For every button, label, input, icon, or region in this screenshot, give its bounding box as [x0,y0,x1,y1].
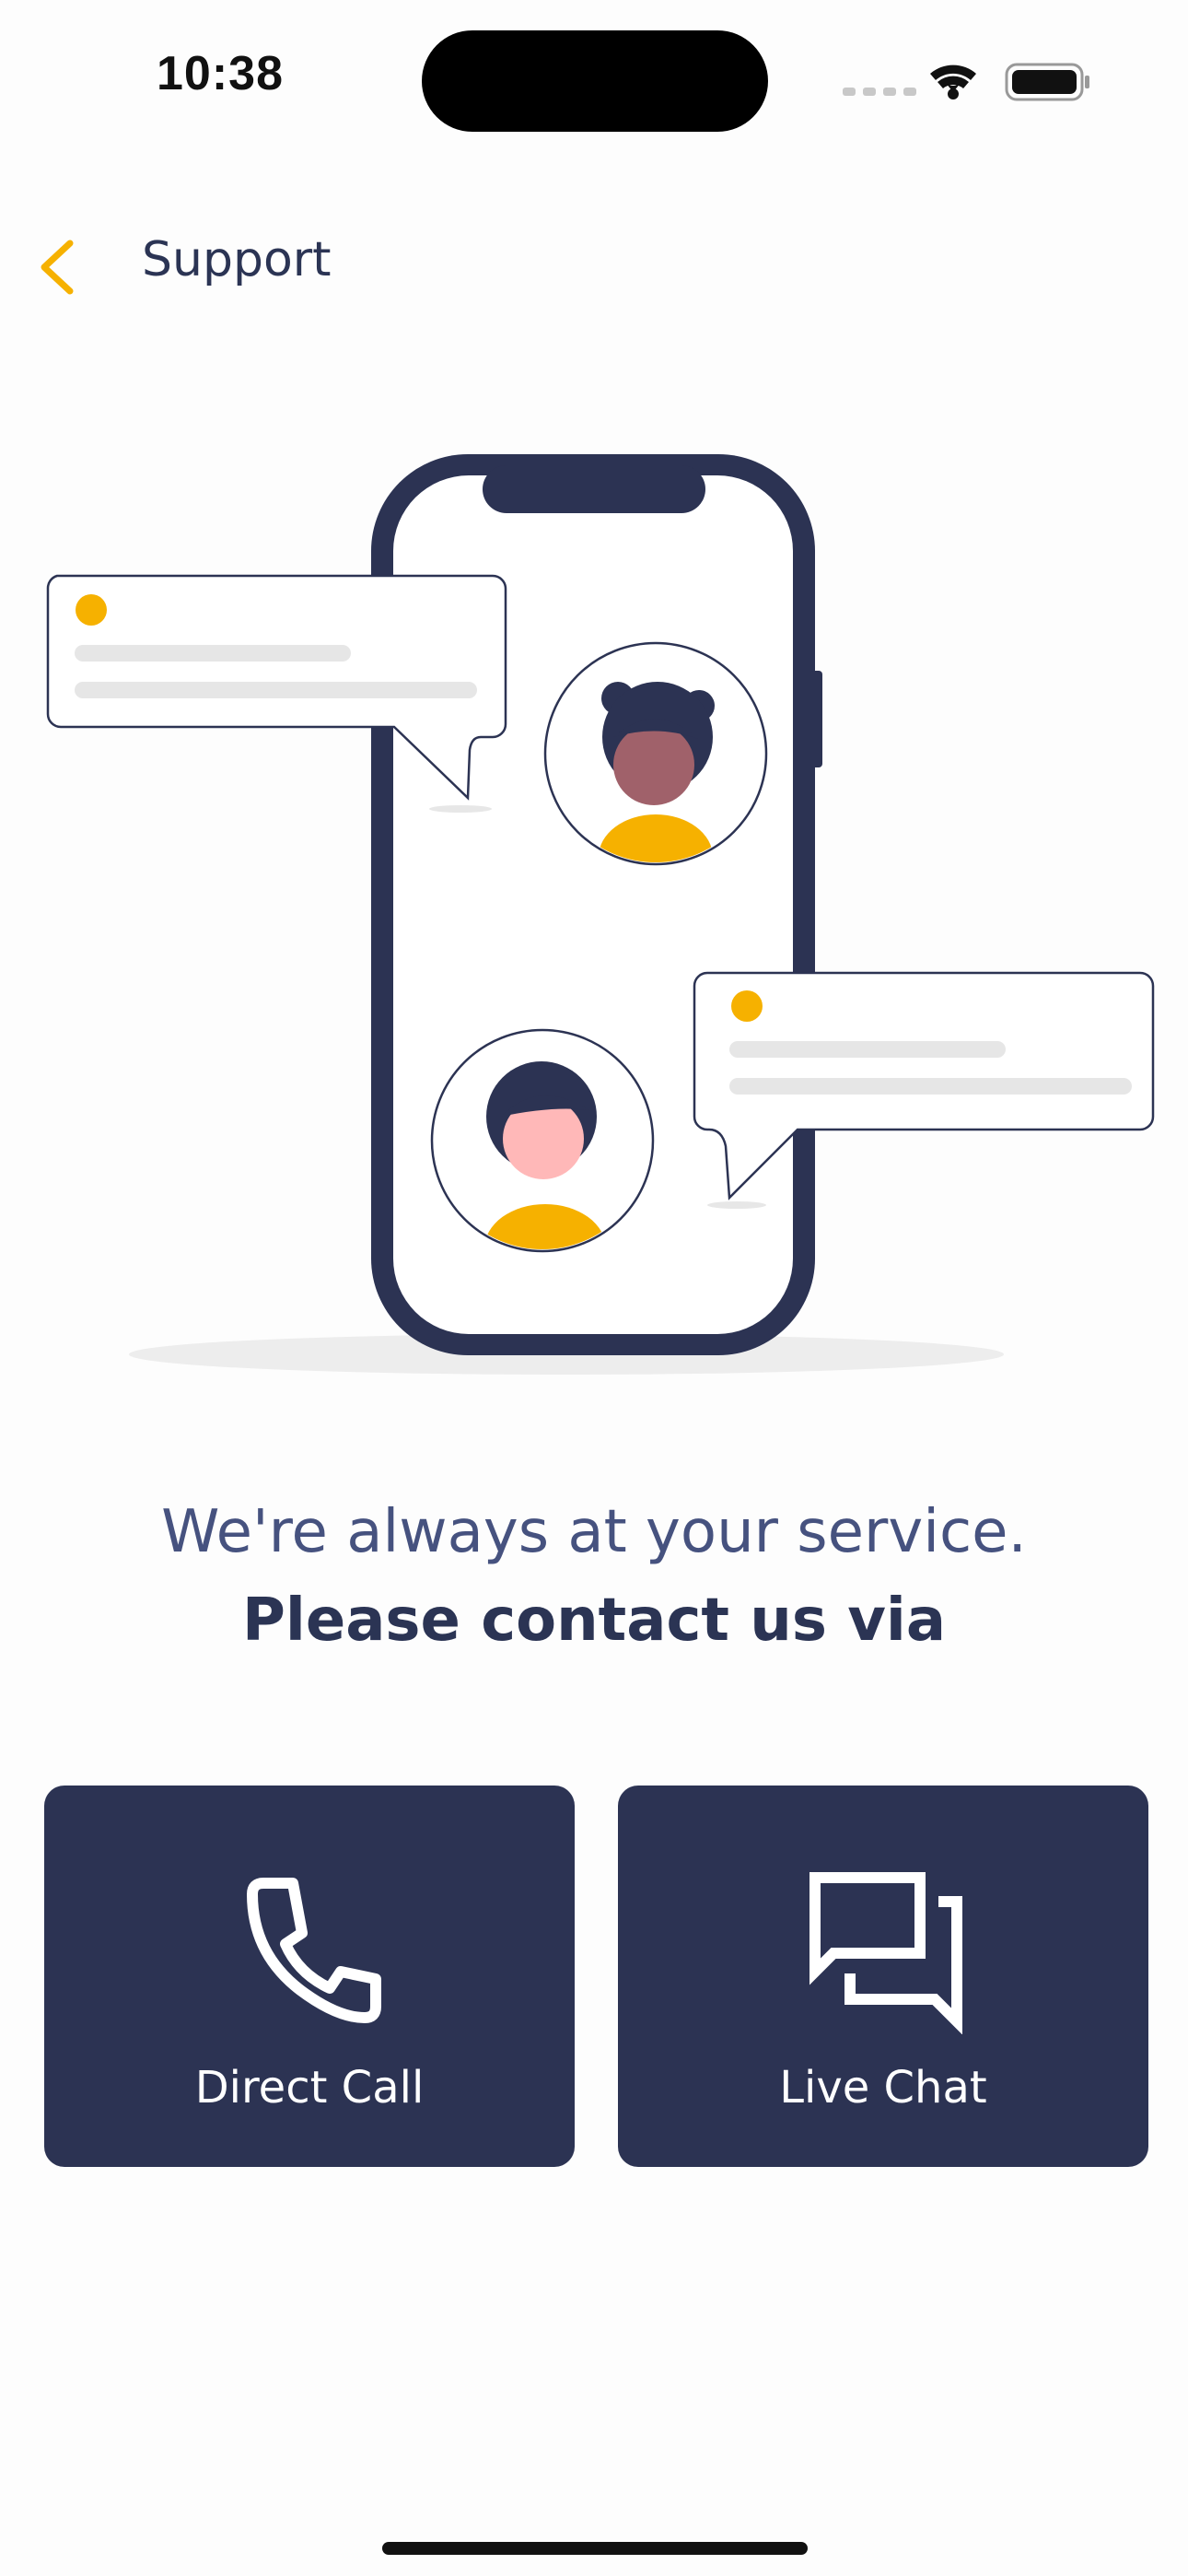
battery-icon [1005,63,1089,101]
status-time: 10:38 [157,47,284,100]
direct-call-label: Direct Call [194,2062,425,2113]
status-icons [843,63,1089,101]
heading-line-2: Please contact us via [241,1587,947,1655]
live-chat-button[interactable]: Live Chat [618,1786,1148,2167]
chevron-left-icon [41,240,74,295]
nav-bar: Support [0,212,1188,313]
home-indicator[interactable] [382,2542,808,2555]
page-title: Support [142,232,332,287]
contact-heading: We're always at your service. Please con… [0,1488,1188,1665]
direct-call-button[interactable]: Direct Call [44,1786,575,2167]
status-bar: 10:38 [0,0,1188,147]
cellular-signal-icon [843,88,916,96]
chat-bubbles-icon [809,1872,962,2034]
support-illustration [46,454,1155,1375]
dynamic-island [422,30,768,132]
heading-line-1: We're always at your service. [161,1498,1027,1566]
back-button[interactable] [28,230,92,304]
live-chat-label: Live Chat [779,2062,987,2113]
wifi-icon [930,64,976,100]
phone-icon [247,1878,381,2023]
